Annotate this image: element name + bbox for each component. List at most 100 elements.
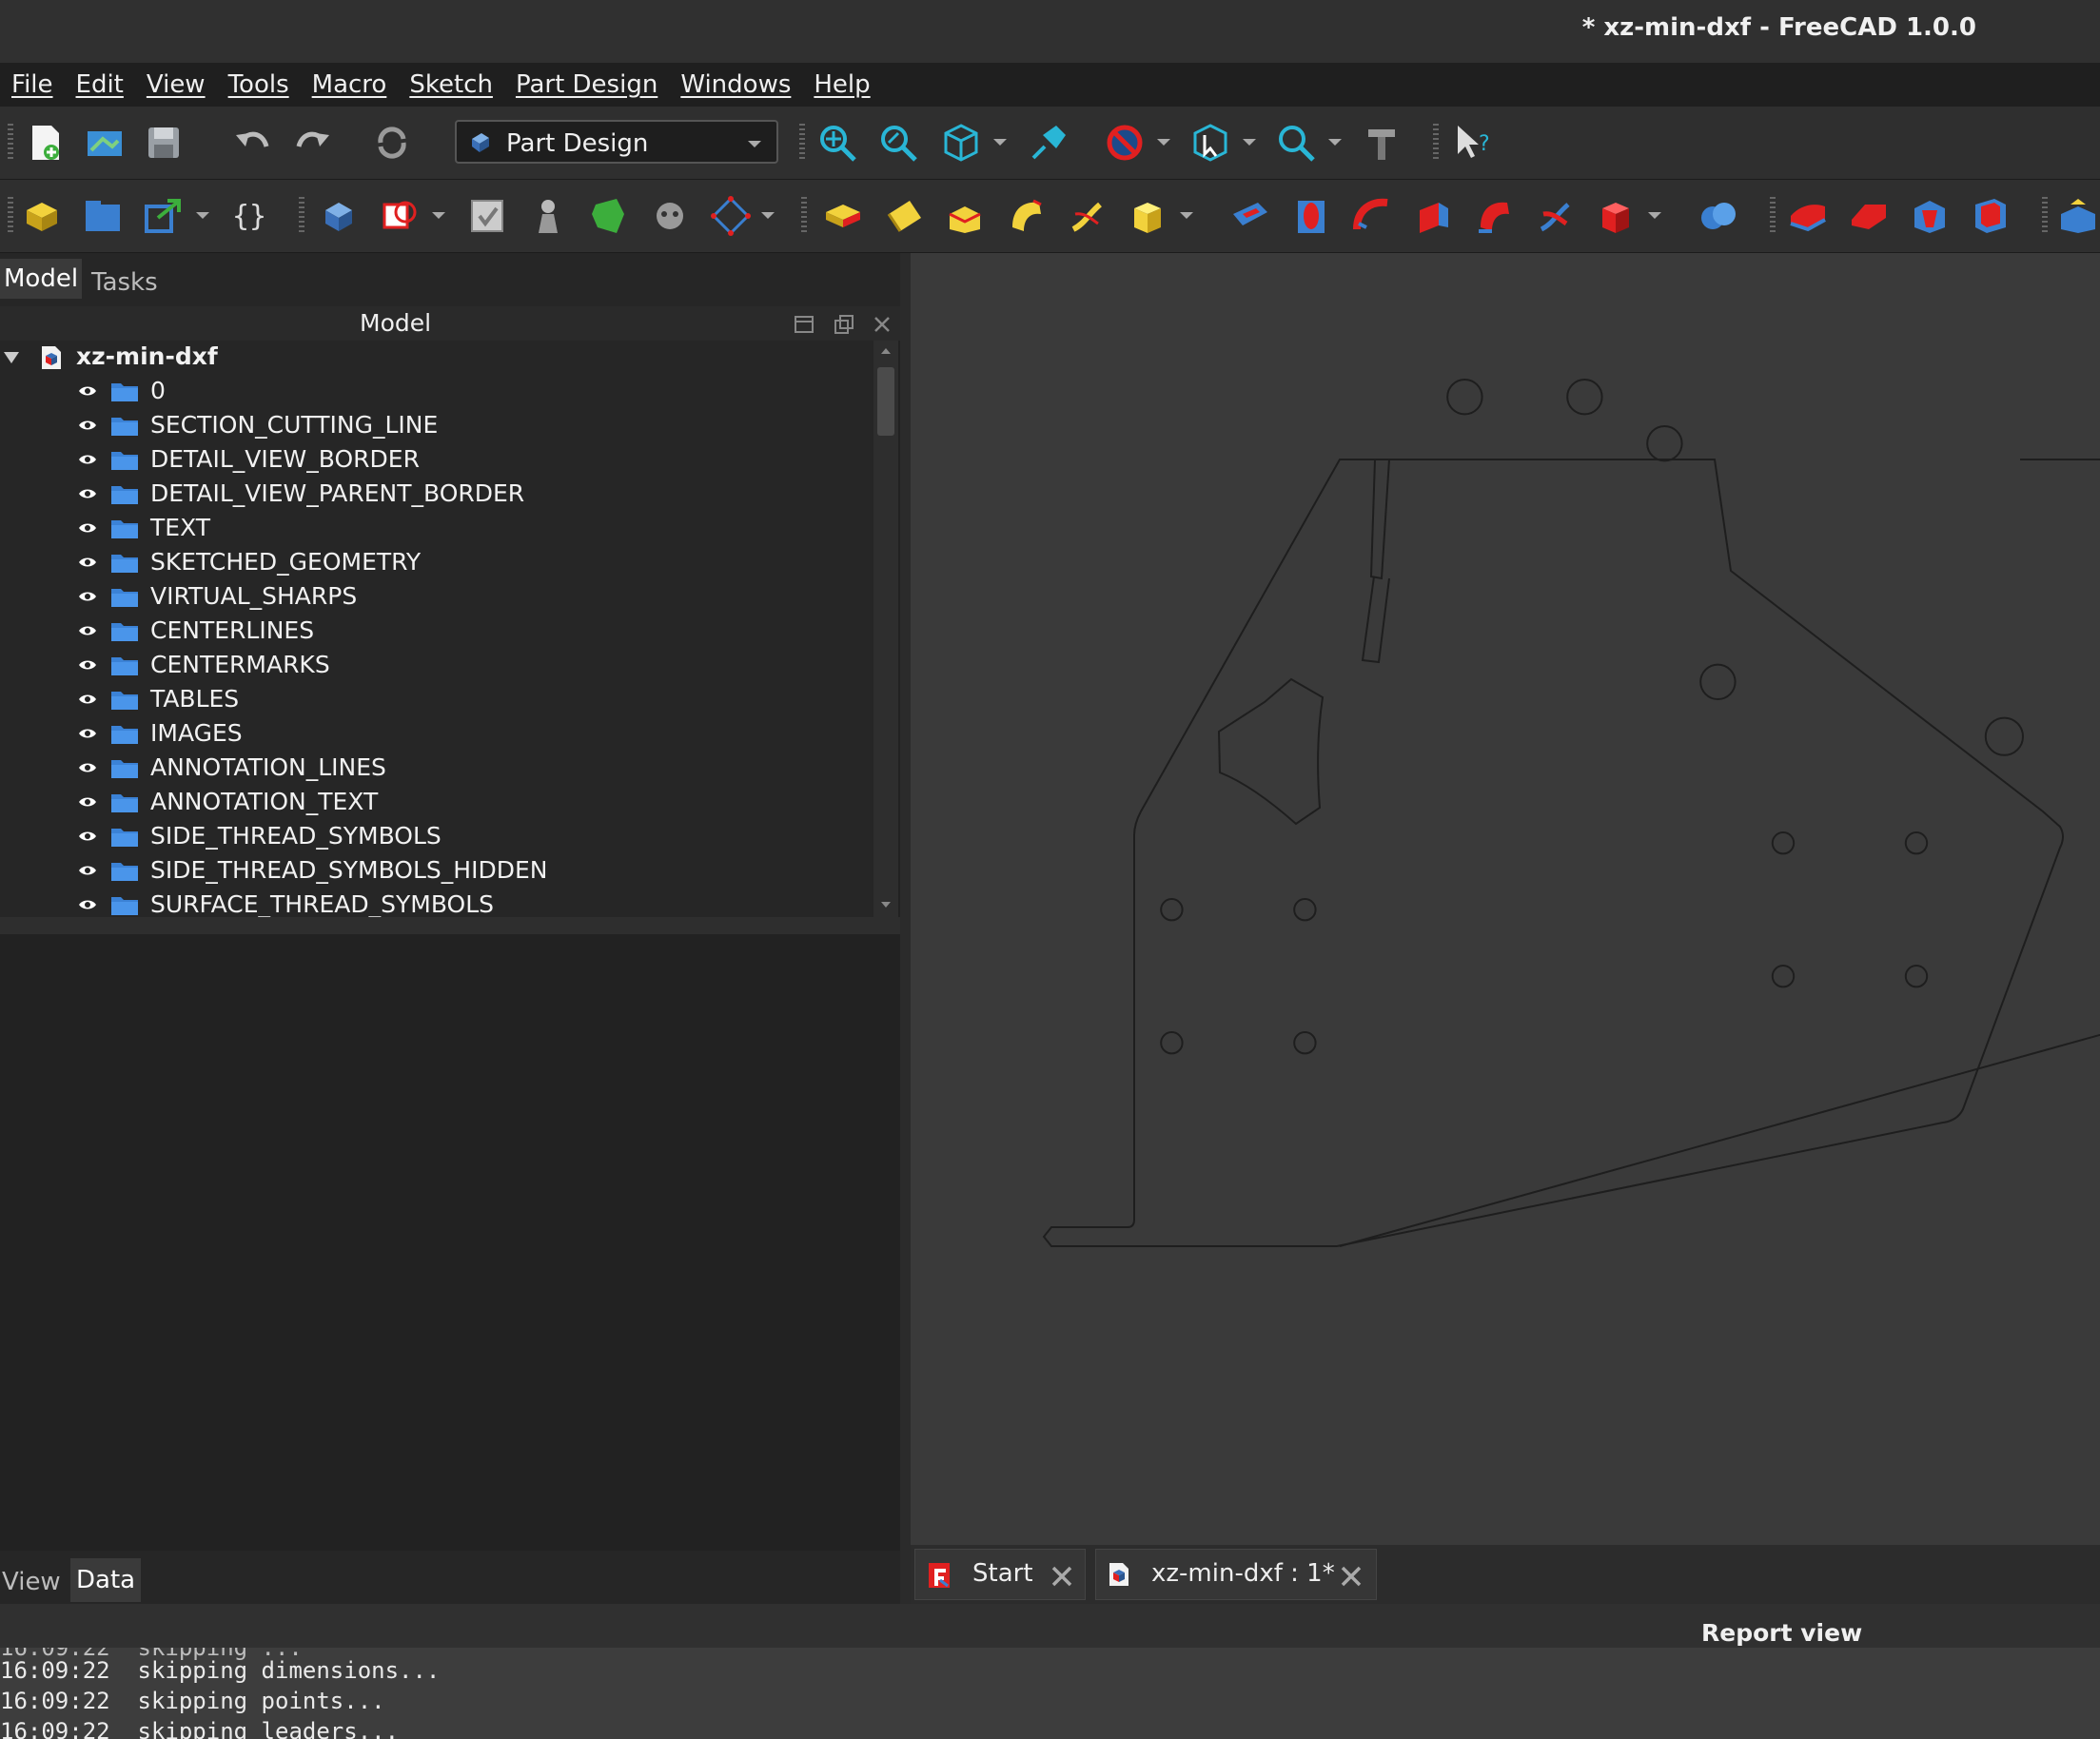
measure-distance-icon[interactable]: [1028, 122, 1070, 164]
scrollbar-thumb[interactable]: [877, 367, 894, 436]
groove-icon[interactable]: [1351, 195, 1393, 237]
selection-view-icon[interactable]: [1189, 122, 1231, 164]
clone-icon[interactable]: [649, 195, 691, 237]
tree-item[interactable]: SECTION_CUTTING_LINE: [0, 409, 873, 443]
body-icon[interactable]: [318, 195, 360, 237]
workbench-selector[interactable]: Part Design: [455, 120, 778, 164]
tree-item[interactable]: SIDE_THREAD_SYMBOLS: [0, 820, 873, 854]
thickness-icon[interactable]: [1970, 195, 2012, 237]
panel-splitter[interactable]: [0, 917, 900, 934]
tree-item[interactable]: SURFACE_THREAD_SYMBOLS: [0, 889, 873, 917]
tree-item[interactable]: TABLES: [0, 683, 873, 717]
visibility-eye-icon[interactable]: [78, 384, 97, 398]
tree-item[interactable]: DETAIL_VIEW_BORDER: [0, 443, 873, 478]
chevron-down-icon[interactable]: [761, 212, 775, 219]
subtractive-helix-icon[interactable]: [1534, 195, 1576, 237]
visibility-eye-icon[interactable]: [78, 727, 97, 740]
toolbar-grip[interactable]: [799, 124, 805, 162]
3d-viewport[interactable]: [911, 253, 2100, 1545]
visibility-eye-icon[interactable]: [78, 521, 97, 535]
tree-root-row[interactable]: xz-min-dxf: [0, 341, 873, 375]
menu-macro[interactable]: Macro: [301, 70, 399, 99]
visibility-eye-icon[interactable]: [78, 590, 97, 603]
tree-item[interactable]: VIRTUAL_SHARPS: [0, 580, 873, 615]
tab-document[interactable]: xz-min-dxf : 1*: [1095, 1549, 1377, 1600]
undo-icon[interactable]: [232, 122, 274, 164]
tree-item[interactable]: ANNOTATION_LINES: [0, 752, 873, 786]
visibility-eye-icon[interactable]: [78, 419, 97, 432]
create-part-icon[interactable]: [82, 195, 124, 237]
subtractive-pipe-icon[interactable]: [1473, 195, 1515, 237]
chevron-down-icon[interactable]: [432, 212, 445, 219]
subtractive-primitive-icon[interactable]: [1595, 195, 1637, 237]
visibility-eye-icon[interactable]: [78, 693, 97, 706]
visibility-eye-icon[interactable]: [78, 453, 97, 466]
zoom-icon[interactable]: [1275, 122, 1317, 164]
visibility-eye-icon[interactable]: [78, 830, 97, 843]
visibility-eye-icon[interactable]: [78, 761, 97, 774]
visibility-eye-icon[interactable]: [78, 556, 97, 569]
fit-all-icon[interactable]: [816, 122, 858, 164]
menu-view[interactable]: View: [135, 70, 217, 99]
close-icon[interactable]: [1050, 1565, 1073, 1588]
additive-primitive-icon[interactable]: [1127, 195, 1168, 237]
chamfer-icon[interactable]: [1848, 195, 1890, 237]
measure-icon[interactable]: [1361, 122, 1403, 164]
visibility-eye-icon[interactable]: [78, 898, 97, 911]
tab-view[interactable]: View: [0, 1560, 63, 1604]
datum-point-icon[interactable]: [527, 195, 569, 237]
toolbar-grip[interactable]: [299, 197, 304, 235]
float-icon[interactable]: [834, 314, 854, 335]
chevron-down-icon[interactable]: [196, 212, 209, 219]
menu-tools[interactable]: Tools: [217, 70, 301, 99]
report-view[interactable]: 16:09:22 skipping ... 16:09:22 skipping …: [0, 1648, 2100, 1739]
create-body-icon[interactable]: [21, 195, 63, 237]
visibility-eye-icon[interactable]: [78, 795, 97, 809]
additive-loft-icon[interactable]: [944, 195, 986, 237]
chevron-down-icon[interactable]: [1328, 139, 1342, 146]
additive-helix-icon[interactable]: [1066, 195, 1108, 237]
chevron-down-icon[interactable]: [1157, 139, 1170, 146]
tab-data[interactable]: Data: [70, 1558, 142, 1602]
menu-windows[interactable]: Windows: [669, 70, 802, 99]
tree-item[interactable]: IMAGES: [0, 717, 873, 752]
toolbar-grip[interactable]: [1433, 124, 1439, 162]
variable-set-icon[interactable]: {}: [228, 195, 270, 237]
fit-selection-icon[interactable]: [877, 122, 919, 164]
sketch-icon[interactable]: [379, 195, 421, 237]
tab-model[interactable]: Model: [0, 259, 83, 299]
toolbar-grip[interactable]: [8, 197, 13, 235]
tree-item[interactable]: SIDE_THREAD_SYMBOLS_HIDDEN: [0, 854, 873, 889]
visibility-eye-icon[interactable]: [78, 487, 97, 500]
tree-item[interactable]: DETAIL_VIEW_PARENT_BORDER: [0, 478, 873, 512]
menu-edit[interactable]: Edit: [65, 70, 135, 99]
pocket-icon[interactable]: [1229, 195, 1271, 237]
shape-binder-icon[interactable]: [588, 195, 630, 237]
tree-item[interactable]: TEXT: [0, 512, 873, 546]
tree-item[interactable]: 0: [0, 375, 873, 409]
chevron-down-icon[interactable]: [993, 139, 1007, 146]
open-file-icon[interactable]: [84, 122, 126, 164]
new-file-icon[interactable]: [25, 122, 67, 164]
mirrored-icon[interactable]: [2057, 195, 2099, 237]
chevron-down-icon[interactable]: [1243, 139, 1256, 146]
tree-item[interactable]: CENTERLINES: [0, 615, 873, 649]
tree-scrollbar[interactable]: [873, 341, 898, 917]
close-icon[interactable]: [872, 314, 893, 335]
tab-tasks[interactable]: Tasks: [89, 261, 160, 304]
draw-style-icon[interactable]: [1104, 122, 1146, 164]
toolbar-grip[interactable]: [801, 197, 807, 235]
datum-plane-icon[interactable]: [710, 195, 752, 237]
tree-item[interactable]: ANNOTATION_TEXT: [0, 786, 873, 820]
collapse-icon[interactable]: [794, 314, 814, 335]
menu-part-design[interactable]: Part Design: [504, 70, 669, 99]
subtractive-loft-icon[interactable]: [1412, 195, 1454, 237]
menu-help[interactable]: Help: [802, 70, 881, 99]
visibility-eye-icon[interactable]: [78, 624, 97, 637]
whats-this-icon[interactable]: ?: [1452, 122, 1494, 164]
chevron-down-icon[interactable]: [1180, 212, 1193, 219]
close-icon[interactable]: [1340, 1565, 1363, 1588]
tree-item[interactable]: SKETCHED_GEOMETRY: [0, 546, 873, 580]
boolean-icon[interactable]: [1698, 195, 1739, 237]
validate-sketch-icon[interactable]: [466, 195, 508, 237]
